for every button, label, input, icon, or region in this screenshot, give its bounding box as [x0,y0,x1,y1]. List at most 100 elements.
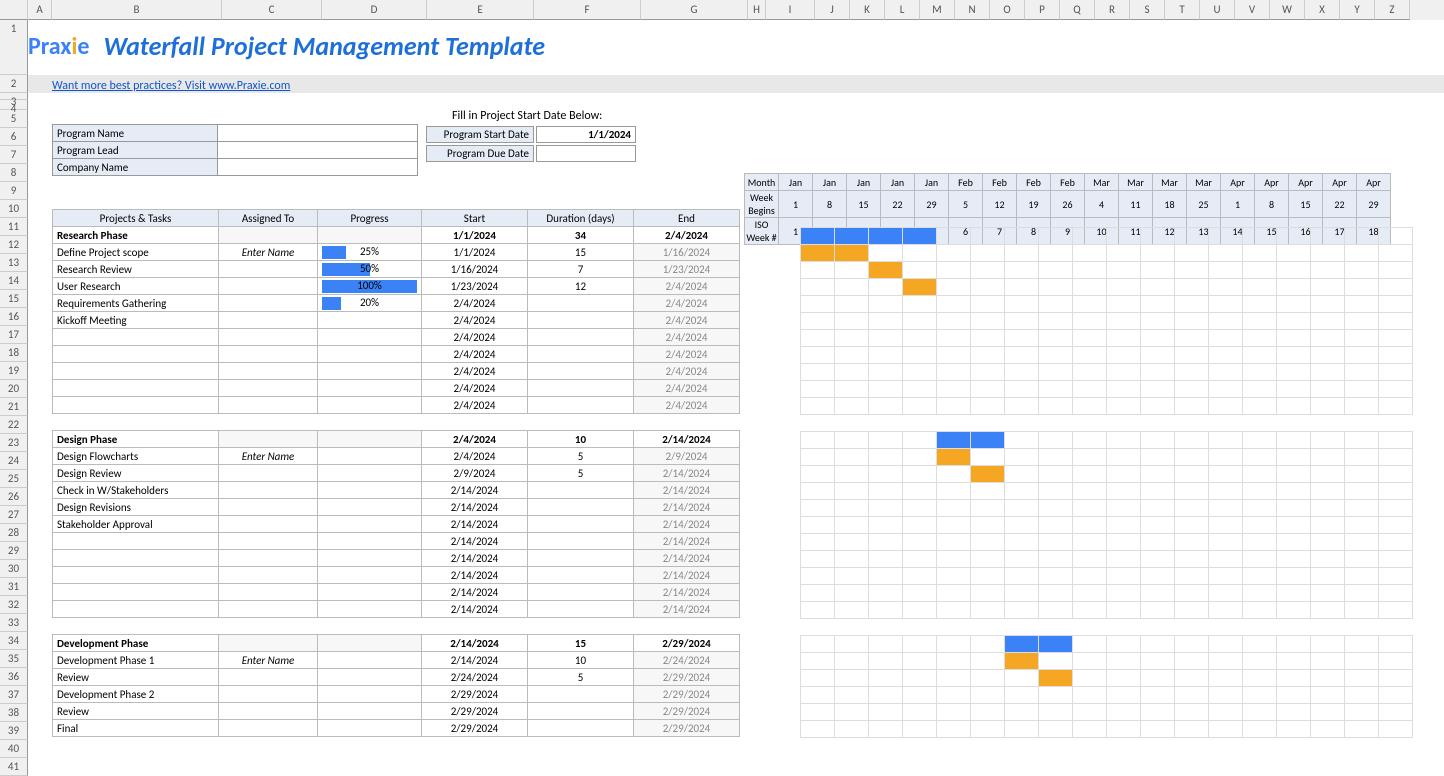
rowhdr-23[interactable]: 23 [0,434,28,452]
cell[interactable]: 5 [528,448,634,465]
cell[interactable]: Design Phase [53,431,219,448]
cell[interactable]: 10 [528,652,634,669]
colhdr-V[interactable]: V [1235,0,1270,20]
cell[interactable] [528,295,634,312]
cell[interactable]: 2/9/2024 [422,465,528,482]
due-date-cell[interactable] [536,145,636,162]
cell[interactable]: 2/4/2024 [634,227,740,244]
cell[interactable] [53,601,219,618]
cell[interactable] [219,346,318,363]
cell[interactable]: 2/14/2024 [422,533,528,550]
cell[interactable]: 1/23/2024 [422,278,528,295]
cell[interactable] [219,329,318,346]
cell[interactable]: 100% [318,278,422,295]
colhdr-Y[interactable]: Y [1340,0,1375,20]
cell[interactable]: 20% [318,295,422,312]
cell[interactable]: 2/9/2024 [634,448,740,465]
cell[interactable] [53,550,219,567]
cell[interactable] [318,499,422,516]
cell[interactable]: 2/24/2024 [634,652,740,669]
cell[interactable] [53,397,219,414]
cell[interactable] [528,686,634,703]
cell[interactable]: Enter Name [219,448,318,465]
colhdr-J[interactable]: J [815,0,850,20]
cell[interactable] [318,601,422,618]
task-table[interactable]: Projects & Tasks Assigned To Progress St… [52,209,740,737]
cell[interactable]: Enter Name [219,652,318,669]
cell[interactable] [318,448,422,465]
colhdr-H[interactable]: H [748,0,766,20]
cell[interactable]: 2/14/2024 [422,584,528,601]
cell[interactable]: 2/4/2024 [422,380,528,397]
cell[interactable]: 2/24/2024 [422,669,528,686]
colhdr-L[interactable]: L [885,0,920,20]
colhdr-R[interactable]: R [1095,0,1130,20]
cell[interactable]: 2/29/2024 [634,669,740,686]
cell[interactable]: 25% [318,244,422,261]
cell[interactable] [219,261,318,278]
cell[interactable]: 2/4/2024 [422,329,528,346]
cell[interactable]: 2/4/2024 [634,329,740,346]
cell[interactable] [318,567,422,584]
colhdr-P[interactable]: P [1025,0,1060,20]
rowhdr-26[interactable]: 26 [0,488,28,506]
cell[interactable]: 1/1/2024 [422,244,528,261]
cell[interactable] [528,363,634,380]
rowhdr-19[interactable]: 19 [0,362,28,380]
cell[interactable]: Development Phase [53,635,219,652]
cell[interactable]: 2/4/2024 [422,431,528,448]
colhdr-S[interactable]: S [1130,0,1165,20]
rowhdr-41[interactable]: 41 [0,758,28,776]
rowhdr-24[interactable]: 24 [0,452,28,470]
cell[interactable]: 2/14/2024 [422,635,528,652]
rowhdr-11[interactable]: 11 [0,218,28,236]
cell[interactable]: 2/14/2024 [634,465,740,482]
colhdr-N[interactable]: N [955,0,990,20]
cell[interactable]: 2/14/2024 [634,431,740,448]
rowhdr-8[interactable]: 8 [0,164,28,182]
cell[interactable]: 1/16/2024 [634,244,740,261]
cell[interactable] [53,567,219,584]
cell[interactable] [528,380,634,397]
cell[interactable] [53,380,219,397]
cell[interactable] [219,312,318,329]
cell[interactable]: 2/4/2024 [634,397,740,414]
cell[interactable]: 2/4/2024 [422,295,528,312]
cell[interactable]: 2/29/2024 [422,703,528,720]
rowhdr-6[interactable]: 6 [0,128,28,146]
cell[interactable]: Design Revisions [53,499,219,516]
rowhdr-14[interactable]: 14 [0,272,28,290]
cell[interactable] [219,533,318,550]
cell[interactable]: 50% [318,261,422,278]
cell[interactable] [528,516,634,533]
colhdr-W[interactable]: W [1270,0,1305,20]
cell[interactable]: Requirements Gathering [53,295,219,312]
colhdr-A[interactable]: A [28,0,52,20]
cell[interactable]: 2/14/2024 [634,482,740,499]
cell[interactable] [528,567,634,584]
rowhdr-15[interactable]: 15 [0,290,28,308]
cell[interactable] [219,703,318,720]
cell[interactable]: 2/14/2024 [634,516,740,533]
cell[interactable] [318,533,422,550]
cell[interactable]: 12 [528,278,634,295]
cell[interactable] [528,601,634,618]
rowhdr-12[interactable]: 12 [0,236,28,254]
cell[interactable]: 1/16/2024 [422,261,528,278]
cell[interactable]: 2/14/2024 [422,652,528,669]
colhdr-M[interactable]: M [920,0,955,20]
cell[interactable] [528,482,634,499]
rowhdr-10[interactable]: 10 [0,200,28,218]
cell[interactable]: 2/4/2024 [634,380,740,397]
cell[interactable] [219,363,318,380]
cell[interactable] [219,669,318,686]
cell[interactable] [219,482,318,499]
program-name-cell[interactable] [218,125,418,142]
cell[interactable] [318,346,422,363]
rowhdr-37[interactable]: 37 [0,686,28,704]
cell[interactable] [318,227,422,244]
cell[interactable] [528,533,634,550]
colhdr-C[interactable]: C [222,0,322,20]
colhdr-I[interactable]: I [766,0,815,20]
cell[interactable] [318,652,422,669]
